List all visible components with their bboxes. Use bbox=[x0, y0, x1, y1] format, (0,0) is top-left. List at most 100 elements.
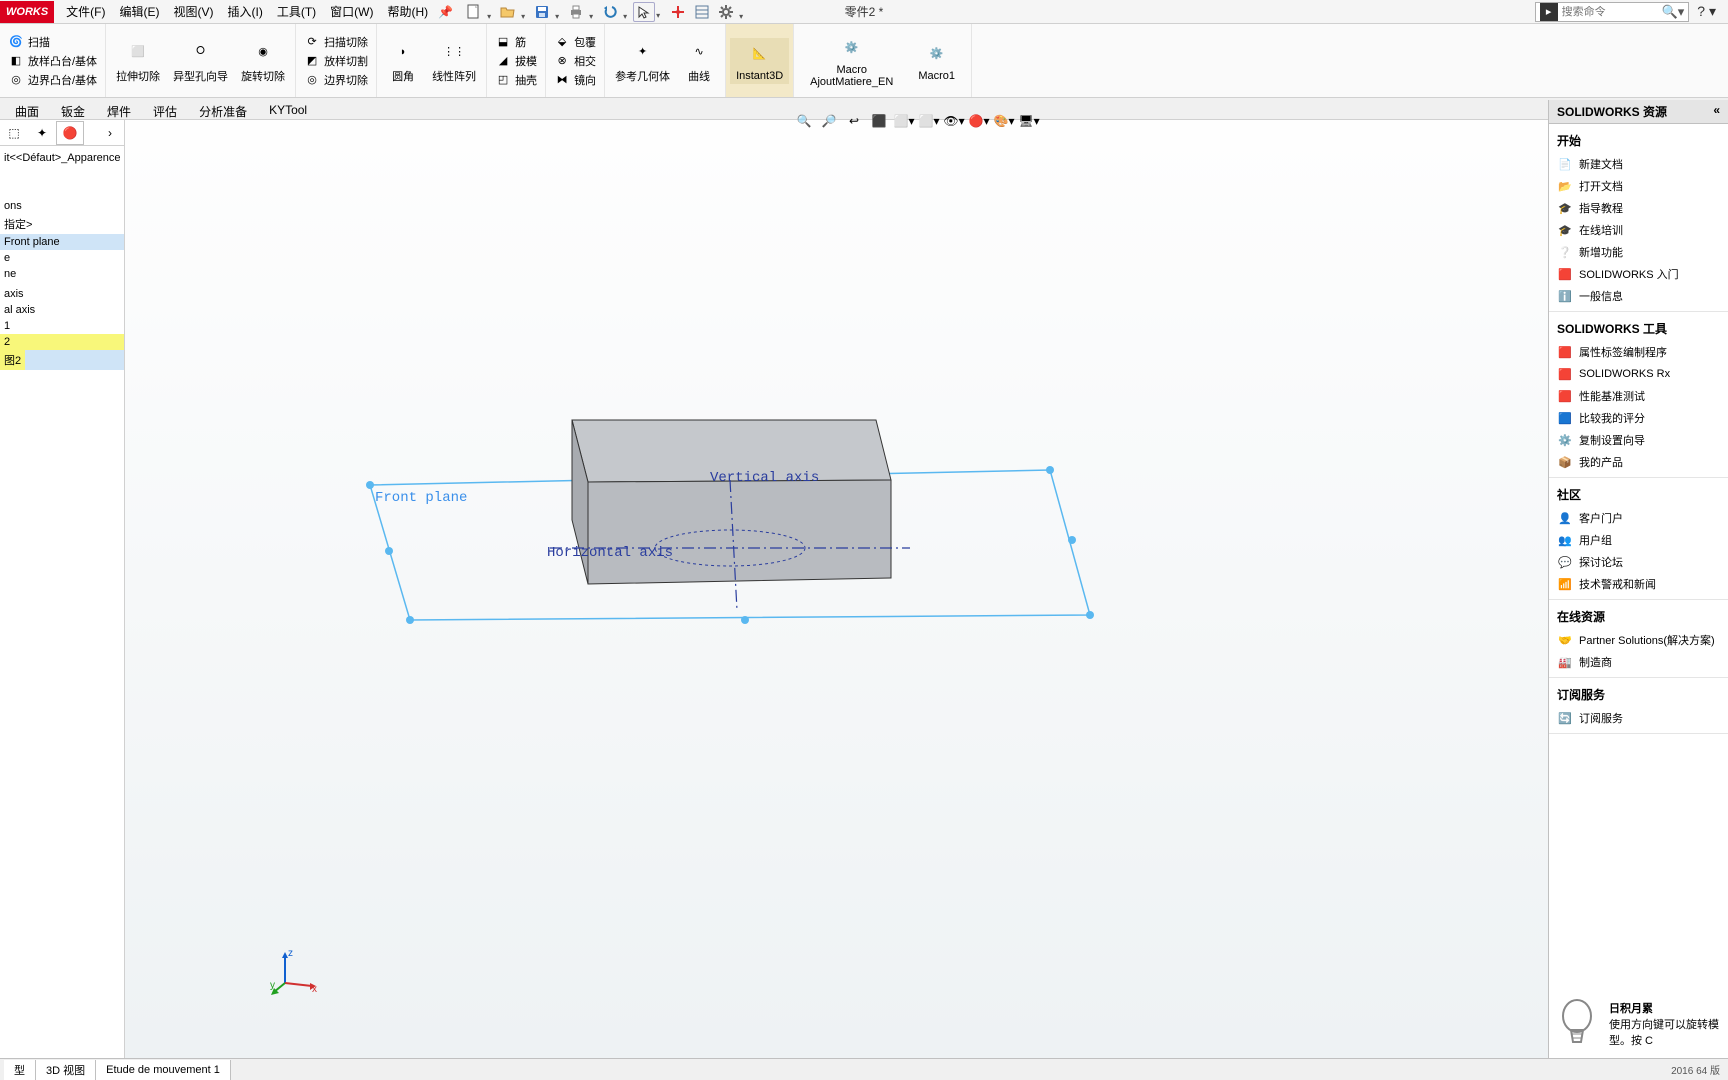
undo-icon[interactable] bbox=[599, 2, 621, 22]
tree-item[interactable]: 1 bbox=[0, 318, 124, 334]
cmd-fillet[interactable]: ◗圆角 bbox=[381, 36, 425, 86]
cmd-sweep-cut[interactable]: ⟳扫描切除 bbox=[300, 33, 372, 51]
tp-copy-settings[interactable]: ⚙️复制设置向导 bbox=[1549, 429, 1728, 451]
menu-edit[interactable]: 编辑(E) bbox=[114, 0, 166, 23]
display-style-icon[interactable]: ⬜▾ bbox=[918, 110, 940, 132]
tp-manufacturers[interactable]: 🏭制造商 bbox=[1549, 651, 1728, 673]
zoom-area-icon[interactable]: 🔎 bbox=[818, 110, 840, 132]
tp-prop-tab-builder[interactable]: 🟥属性标签编制程序 bbox=[1549, 341, 1728, 363]
tp-tech-alerts[interactable]: 📶技术警戒和新闻 bbox=[1549, 573, 1728, 595]
cmd-ref-geom[interactable]: ✦参考几何体 bbox=[609, 36, 676, 86]
tab-sheetmetal[interactable]: 钣金 bbox=[50, 99, 96, 120]
collapse-icon[interactable]: « bbox=[1713, 103, 1720, 120]
tree-item-front-plane[interactable]: Front plane bbox=[0, 234, 124, 250]
menu-window[interactable]: 窗口(W) bbox=[324, 0, 379, 23]
cmd-extrude-cut[interactable]: ⬜拉伸切除 bbox=[110, 36, 166, 86]
menu-insert[interactable]: 插入(I) bbox=[222, 0, 269, 23]
print-icon[interactable] bbox=[565, 2, 587, 22]
tab-evaluate[interactable]: 评估 bbox=[142, 99, 188, 120]
graphics-viewport[interactable]: 🔍 🔎 ↩ ⬛ ⬜▾ ⬜▾ 👁▾ 🔴▾ 🎨▾ 🖥▾ ⊡ ⊟ — ▢ ✕ bbox=[125, 120, 1708, 1058]
section-view-icon[interactable]: ⬛ bbox=[868, 110, 890, 132]
pin-icon[interactable]: 📌 bbox=[438, 5, 453, 19]
tree-tab-feature[interactable]: ⬚ bbox=[0, 121, 28, 145]
select-cursor-icon[interactable] bbox=[633, 2, 655, 22]
cmd-boundary[interactable]: ◎边界凸台/基体 bbox=[4, 71, 101, 89]
tree-item[interactable]: e bbox=[0, 250, 124, 266]
tp-my-products[interactable]: 📦我的产品 bbox=[1549, 451, 1728, 473]
tp-subscription[interactable]: 🔄订阅服务 bbox=[1549, 707, 1728, 729]
cmd-linear-pattern[interactable]: ⋮⋮线性阵列 bbox=[426, 36, 482, 86]
search-input[interactable] bbox=[1558, 6, 1658, 18]
tree-tab-config[interactable]: 🔴 bbox=[56, 121, 84, 145]
bottom-tab-motion[interactable]: Etude de mouvement 1 bbox=[96, 1060, 231, 1080]
cmd-mirror[interactable]: ⧓镜向 bbox=[550, 71, 600, 89]
tree-item[interactable]: 指定> bbox=[0, 214, 124, 234]
tree-item[interactable]: axis bbox=[0, 286, 124, 302]
help-icon[interactable]: ? ▾ bbox=[1693, 3, 1720, 20]
tp-partner-solutions[interactable]: 🤝Partner Solutions(解决方案) bbox=[1549, 629, 1728, 651]
cmd-wrap[interactable]: ⬙包覆 bbox=[550, 33, 600, 51]
view-orientation-icon[interactable]: ⬜▾ bbox=[893, 110, 915, 132]
macro1[interactable]: ⚙️ Macro1 bbox=[906, 36, 967, 86]
rebuild-icon[interactable] bbox=[667, 2, 689, 22]
tree-root[interactable]: it<<Défaut>_Apparence Et bbox=[0, 148, 124, 168]
menu-help[interactable]: 帮助(H) bbox=[381, 0, 434, 23]
open-doc-icon[interactable] bbox=[497, 2, 519, 22]
new-doc-icon[interactable] bbox=[463, 2, 485, 22]
bottom-tab-3dview[interactable]: 3D 视图 bbox=[36, 1060, 96, 1080]
cmd-rib[interactable]: ⬓筋 bbox=[491, 33, 541, 51]
tp-intro[interactable]: 🟥SOLIDWORKS 入门 bbox=[1549, 263, 1728, 285]
tp-forums[interactable]: 💬探讨论坛 bbox=[1549, 551, 1728, 573]
tree-expand-icon[interactable]: › bbox=[96, 121, 124, 145]
tab-analysis-prep[interactable]: 分析准备 bbox=[188, 99, 258, 120]
tp-benchmark[interactable]: 🟥性能基准测试 bbox=[1549, 385, 1728, 407]
tp-open-doc[interactable]: 📂打开文档 bbox=[1549, 175, 1728, 197]
tp-customer-portal[interactable]: 👤客户门户 bbox=[1549, 507, 1728, 529]
menu-view[interactable]: 视图(V) bbox=[168, 0, 220, 23]
zoom-fit-icon[interactable]: 🔍 bbox=[793, 110, 815, 132]
hide-show-icon[interactable]: 👁▾ bbox=[943, 110, 965, 132]
tp-online-training[interactable]: 🎓在线培训 bbox=[1549, 219, 1728, 241]
tab-weldments[interactable]: 焊件 bbox=[96, 99, 142, 120]
tp-whats-new[interactable]: ❔新增功能 bbox=[1549, 241, 1728, 263]
tp-compare-score[interactable]: 🟦比较我的评分 bbox=[1549, 407, 1728, 429]
orientation-triad[interactable]: z x y bbox=[270, 948, 320, 998]
cmd-draft[interactable]: ◢拔模 bbox=[491, 52, 541, 70]
macro-ajoutmatiere[interactable]: ⚙️ Macro AjoutMatiere_EN bbox=[798, 30, 905, 92]
search-icon[interactable]: 🔍▾ bbox=[1658, 4, 1689, 20]
tp-tutorials[interactable]: 🎓指导教程 bbox=[1549, 197, 1728, 219]
tree-item[interactable]: 2 bbox=[0, 334, 124, 350]
tp-general-info[interactable]: ℹ️一般信息 bbox=[1549, 285, 1728, 307]
tree-item-sketch2[interactable]: 图2 bbox=[0, 350, 124, 370]
cmd-boundary-cut[interactable]: ◎边界切除 bbox=[300, 71, 372, 89]
cmd-shell[interactable]: ◰抽壳 bbox=[491, 71, 541, 89]
tree-tab-property[interactable]: ✦ bbox=[28, 121, 56, 145]
menu-file[interactable]: 文件(F) bbox=[60, 0, 111, 23]
cmd-curve[interactable]: ∿曲线 bbox=[677, 36, 721, 86]
cmd-rev-cut[interactable]: ◉旋转切除 bbox=[235, 36, 291, 86]
tree-item[interactable]: al axis bbox=[0, 302, 124, 318]
prev-view-icon[interactable]: ↩ bbox=[843, 110, 865, 132]
tp-rx[interactable]: 🟥SOLIDWORKS Rx bbox=[1549, 363, 1728, 385]
tab-surface[interactable]: 曲面 bbox=[4, 99, 50, 120]
menu-tools[interactable]: 工具(T) bbox=[271, 0, 322, 23]
edit-appearance-icon[interactable]: 🔴▾ bbox=[968, 110, 990, 132]
tree-item[interactable]: ne bbox=[0, 266, 124, 282]
cmd-intersect[interactable]: ⊗相交 bbox=[550, 52, 600, 70]
cmd-instant3d[interactable]: 📐Instant3D bbox=[730, 38, 789, 84]
tp-new-doc[interactable]: 📄新建文档 bbox=[1549, 153, 1728, 175]
tab-kytool[interactable]: KYTool bbox=[258, 99, 318, 120]
view-settings-icon[interactable]: 🖥▾ bbox=[1018, 110, 1040, 132]
command-search[interactable]: ▸ 🔍▾ bbox=[1535, 2, 1690, 22]
cmd-hole-wizard[interactable]: ⭘异型孔向导 bbox=[167, 36, 234, 86]
apply-scene-icon[interactable]: 🎨▾ bbox=[993, 110, 1015, 132]
cmd-loft-cut[interactable]: ◩放样切割 bbox=[300, 52, 372, 70]
cmd-sweep[interactable]: 🌀扫描 bbox=[4, 33, 101, 51]
save-icon[interactable] bbox=[531, 2, 553, 22]
search-go-icon[interactable]: ▸ bbox=[1540, 3, 1558, 21]
options-icon[interactable] bbox=[691, 2, 713, 22]
tp-user-groups[interactable]: 👥用户组 bbox=[1549, 529, 1728, 551]
tree-item[interactable]: ons bbox=[0, 198, 124, 214]
bottom-tab[interactable]: 型 bbox=[4, 1060, 36, 1080]
settings-gear-icon[interactable] bbox=[715, 2, 737, 22]
